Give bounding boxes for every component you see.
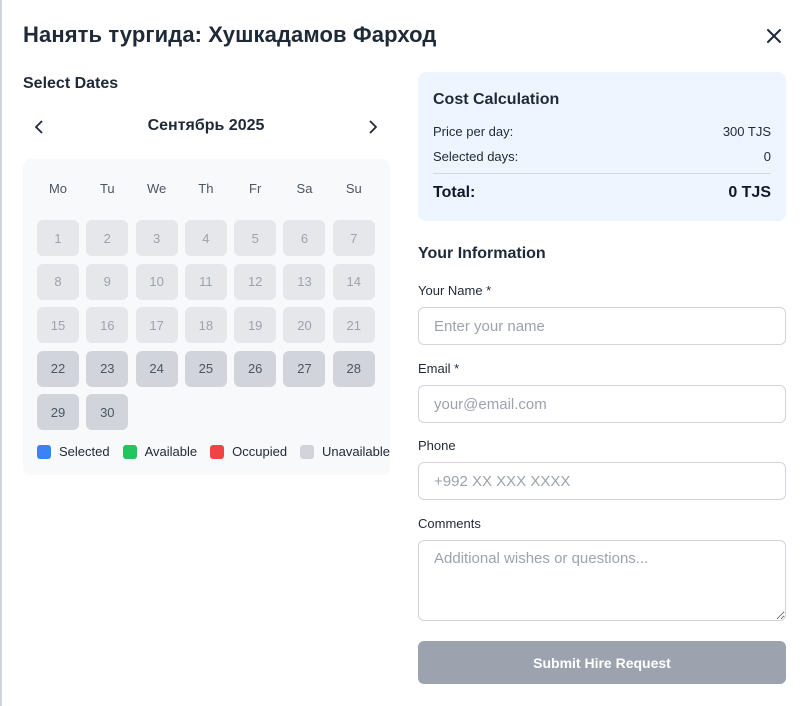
legend-swatch (122, 444, 137, 459)
legend-label: Occupied (232, 444, 288, 459)
calendar-day: 11 (184, 263, 227, 300)
calendar-day[interactable]: 26 (234, 350, 277, 387)
prev-month-button[interactable] (30, 118, 48, 136)
weekday-label: Su (345, 181, 362, 196)
calendar-day: 9 (86, 263, 129, 300)
backdrop-edge (0, 0, 2, 706)
calendar-day[interactable]: 27 (283, 350, 326, 387)
legend-label: Unavailable (322, 444, 390, 459)
calendar-day: 10 (135, 263, 178, 300)
selected-days-label: Selected days: (433, 149, 519, 164)
selected-days-row: Selected days: 0 (433, 149, 771, 164)
price-per-day-label: Price per day: (433, 124, 514, 139)
modal-title: Нанять тургида: Хушкадамов Фарход (23, 22, 437, 47)
calendar-day[interactable]: 30 (86, 394, 129, 430)
calendar-day: 6 (283, 220, 326, 256)
cost-title: Cost Calculation (433, 91, 560, 108)
calendar-day[interactable]: 23 (86, 350, 129, 387)
calendar-day: 3 (135, 220, 178, 256)
next-month-button[interactable] (364, 118, 382, 136)
weekday-label: We (146, 181, 167, 196)
calendar-day: 18 (184, 307, 227, 343)
name-input[interactable] (418, 307, 786, 345)
weekday-label: Fr (249, 181, 262, 196)
legend-occupied: Occupied (210, 444, 287, 459)
calendar-day: 4 (184, 220, 227, 256)
calendar-legend: Selected Available Occupied Unavailable (37, 444, 390, 459)
selected-days-value: 0 (763, 149, 771, 164)
calendar-day: 13 (283, 263, 326, 300)
calendar-day: 19 (234, 307, 277, 343)
calendar-day[interactable]: 22 (37, 350, 79, 387)
legend-selected: Selected (37, 444, 110, 459)
calendar-day: 16 (86, 307, 129, 343)
calendar-day: 5 (234, 220, 277, 256)
total-value: 0 TJS (728, 184, 771, 201)
weekday-label: Mo (48, 181, 68, 196)
legend-swatch (37, 444, 51, 459)
calendar-day: 21 (332, 307, 375, 343)
calendar-day[interactable]: 25 (184, 350, 227, 387)
submit-hire-request-button[interactable]: Submit Hire Request (418, 641, 786, 684)
calendar-day[interactable]: 28 (332, 350, 375, 387)
chevron-right-icon (369, 120, 377, 134)
legend-label: Selected (59, 444, 110, 459)
phone-label: Phone (418, 438, 456, 453)
select-dates-label: Select Dates (23, 75, 119, 92)
calendar-day: 2 (86, 220, 129, 256)
cost-calculation-panel: Cost Calculation Price per day: 300 TJS … (418, 72, 786, 221)
price-per-day-value: 300 TJS (722, 124, 771, 139)
legend-swatch (300, 444, 315, 459)
email-input[interactable] (418, 385, 786, 423)
cost-divider (433, 173, 771, 174)
close-icon (767, 29, 781, 43)
your-information-title: Your Information (418, 245, 546, 262)
calendar-month-label: Сентябрь 2025 (147, 117, 265, 134)
weekday-label: Tu (99, 181, 115, 196)
calendar-day: 14 (332, 263, 375, 300)
comments-textarea[interactable] (418, 540, 786, 621)
chevron-left-icon (35, 120, 43, 134)
legend-unavailable: Unavailable (300, 444, 390, 459)
phone-input[interactable] (418, 462, 786, 500)
close-button[interactable] (762, 24, 786, 48)
calendar-day: 8 (37, 263, 79, 300)
calendar-day: 17 (135, 307, 178, 343)
email-label: Email * (418, 361, 460, 376)
name-label: Your Name * (418, 283, 492, 298)
weekday-label: Th (198, 181, 214, 196)
calendar-day: 1 (37, 220, 79, 256)
calendar-days: 1 2 3 4 5 6 7 8 9 10 11 12 13 14 15 16 17 18 19 20 21 22 23 24 2… (37, 220, 375, 430)
calendar-day: 20 (283, 307, 326, 343)
legend-swatch (210, 444, 225, 459)
total-label: Total: (433, 184, 476, 201)
hire-guide-modal: Нанять тургида: Хушкадамов Фарход Select… (0, 0, 802, 706)
calendar-grid: Mo Tu We Th Fr Sa Su 1 2 3 4 5 6 7 8 9 10 11 12 13 14… (23, 159, 390, 475)
comments-label: Comments (418, 516, 481, 531)
calendar-day[interactable]: 24 (135, 350, 178, 387)
legend-label: Available (144, 444, 198, 459)
legend-available: Available (122, 444, 198, 459)
calendar-day[interactable]: 29 (37, 394, 79, 430)
calendar-day: 7 (332, 220, 375, 256)
calendar-day: 15 (37, 307, 79, 343)
weekday-label: Sa (296, 181, 313, 196)
price-per-day-row: Price per day: 300 TJS (433, 124, 771, 139)
calendar-day: 12 (234, 263, 277, 300)
total-row: Total: 0 TJS (433, 184, 771, 202)
weekday-header: Mo Tu We Th Fr Sa Su (37, 181, 375, 197)
